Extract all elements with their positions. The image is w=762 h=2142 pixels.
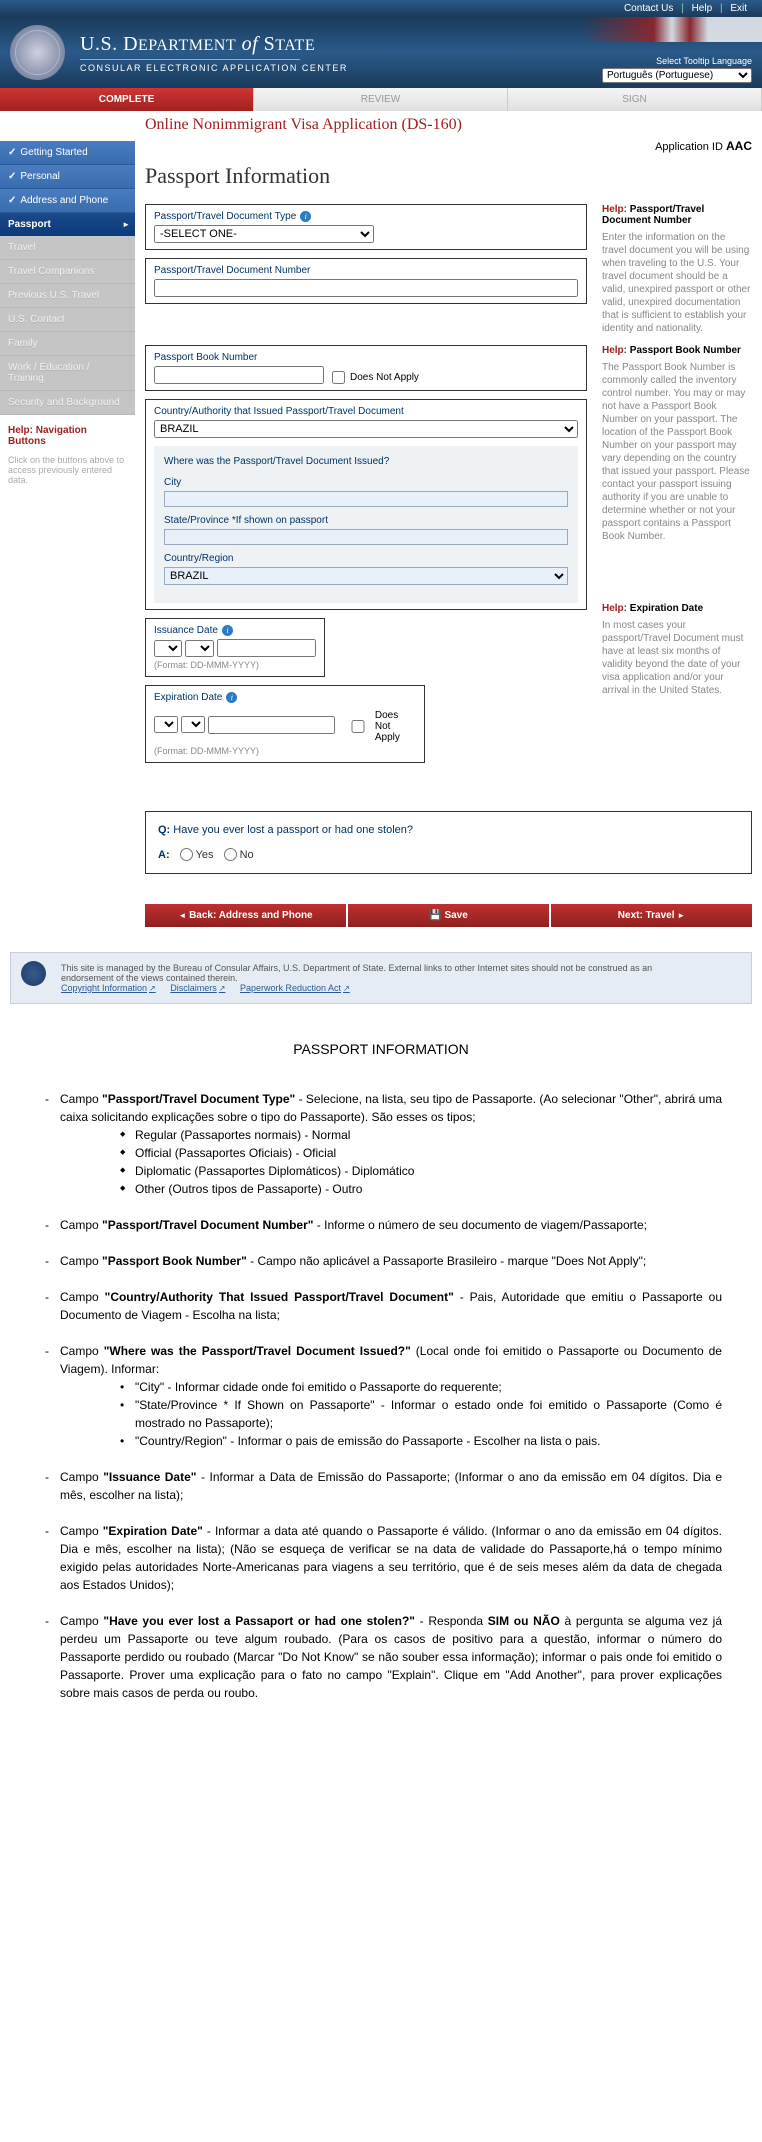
nav-personal[interactable]: Personal xyxy=(0,165,135,189)
instructions-title: PASSPORT INFORMATION xyxy=(40,1039,722,1060)
tab-review[interactable]: REVIEW xyxy=(254,88,508,111)
help-book-number: Help: Passport Book Number The Passport … xyxy=(602,345,752,543)
book-number-label: Passport Book Number xyxy=(154,352,578,363)
expiration-month[interactable] xyxy=(181,716,205,733)
copyright-link[interactable]: Copyright Information xyxy=(61,983,156,993)
inst-item: Campo "Where was the Passport/Travel Doc… xyxy=(40,1342,722,1450)
language-select[interactable]: Português (Portuguese) xyxy=(602,68,752,83)
inst-item: Campo "Passport Book Number" - Campo não… xyxy=(40,1252,722,1270)
inst-item: Campo "Have you ever lost a Passaport or… xyxy=(40,1612,722,1702)
nav-help: Help: Navigation Buttons Click on the bu… xyxy=(0,415,135,495)
country-select[interactable]: BRAZIL xyxy=(164,567,568,585)
help-doc-number: Help: Passport/Travel Document Number En… xyxy=(602,204,752,335)
issuance-year[interactable] xyxy=(217,639,316,657)
issued-by-label: Country/Authority that Issued Passport/T… xyxy=(154,406,578,417)
disclaimers-link[interactable]: Disclaimers xyxy=(170,983,225,993)
expiration-year[interactable] xyxy=(208,716,335,734)
inst-item: Campo "Expiration Date" - Informar a dat… xyxy=(40,1522,722,1594)
inst-item: Campo "Passport/Travel Document Number" … xyxy=(40,1216,722,1234)
help-link[interactable]: Help xyxy=(692,3,713,14)
inst-item: Campo "Passport/Travel Document Type" - … xyxy=(40,1090,722,1198)
doc-type-label: Passport/Travel Document Type i xyxy=(154,211,578,222)
help-icon[interactable]: i xyxy=(226,692,237,703)
book-dna-label[interactable]: Does Not Apply xyxy=(332,371,419,384)
app-title: Online Nonimmigrant Visa Application (DS… xyxy=(145,116,752,134)
doc-number-label: Passport/Travel Document Number xyxy=(154,265,578,276)
inst-item: Campo "Country/Authority That Issued Pas… xyxy=(40,1288,722,1324)
lost-yes-radio[interactable] xyxy=(180,848,193,861)
lost-passport-question: Q: Have you ever lost a passport or had … xyxy=(145,811,752,874)
help-icon[interactable]: i xyxy=(222,625,233,636)
doc-type-select[interactable]: -SELECT ONE- xyxy=(154,225,374,243)
lost-no-radio[interactable] xyxy=(224,848,237,861)
inst-item: Campo "Issuance Date" - Informar a Data … xyxy=(40,1468,722,1504)
nav-getting-started[interactable]: Getting Started xyxy=(0,141,135,165)
check-icon xyxy=(8,147,16,158)
nav-travel: Travel xyxy=(0,236,135,260)
back-button[interactable]: ◄ Back: Address and Phone xyxy=(145,904,346,927)
sidebar: Getting Started Personal Address and Pho… xyxy=(0,111,135,937)
flag-decoration xyxy=(582,17,762,42)
nav-work: Work / Education / Training xyxy=(0,356,135,391)
check-icon xyxy=(8,195,16,206)
expiration-day[interactable] xyxy=(154,716,178,733)
contact-link[interactable]: Contact Us xyxy=(624,3,673,14)
nav-security: Security and Background xyxy=(0,391,135,415)
issuance-day[interactable] xyxy=(154,640,182,657)
nav-previous: Previous U.S. Travel xyxy=(0,284,135,308)
help-expiration: Help: Expiration Date In most cases your… xyxy=(602,603,752,697)
header-title: U.S. DEPARTMENT of STATE xyxy=(80,33,348,56)
date-format-hint: (Format: DD-MMM-YYYY) xyxy=(154,660,316,670)
check-icon xyxy=(8,171,16,182)
instructions: PASSPORT INFORMATION Campo "Passport/Tra… xyxy=(0,1019,762,1740)
issuance-label: Issuance Date i xyxy=(154,625,316,636)
top-links-bar: Contact Us | Help | Exit xyxy=(0,0,762,17)
nav-contact: U.S. Contact xyxy=(0,308,135,332)
page-title: Passport Information xyxy=(145,163,752,189)
language-label: Select Tooltip Language xyxy=(602,56,752,66)
state-input[interactable] xyxy=(164,529,568,545)
book-dna-checkbox[interactable] xyxy=(332,371,345,384)
tab-complete[interactable]: COMPLETE xyxy=(0,88,254,111)
exp-dna-checkbox[interactable] xyxy=(346,720,370,733)
doc-number-input[interactable] xyxy=(154,279,578,297)
city-label: City xyxy=(164,477,568,488)
save-button[interactable]: 💾 Save xyxy=(348,904,549,927)
country-label: Country/Region xyxy=(164,553,568,564)
nav-passport[interactable]: Passport xyxy=(0,213,135,236)
state-label: State/Province *If shown on passport xyxy=(164,515,568,526)
nav-address[interactable]: Address and Phone xyxy=(0,189,135,213)
footer: This site is managed by the Bureau of Co… xyxy=(10,952,752,1004)
book-number-input[interactable] xyxy=(154,366,324,384)
nav-companions: Travel Companions xyxy=(0,260,135,284)
tab-sign[interactable]: SIGN xyxy=(508,88,762,111)
date-format-hint: (Format: DD-MMM-YYYY) xyxy=(154,746,416,756)
issuance-month[interactable] xyxy=(185,640,213,657)
state-seal-icon xyxy=(10,25,65,80)
exit-link[interactable]: Exit xyxy=(730,3,747,14)
lost-yes-label[interactable]: Yes xyxy=(180,848,214,861)
nav-family: Family xyxy=(0,332,135,356)
where-issued-label: Where was the Passport/Travel Document I… xyxy=(164,456,568,467)
expiration-label: Expiration Date i xyxy=(154,692,416,703)
header: U.S. DEPARTMENT of STATE CONSULAR ELECTR… xyxy=(0,17,762,88)
lost-no-label[interactable]: No xyxy=(224,848,254,861)
button-bar: ◄ Back: Address and Phone 💾 Save Next: T… xyxy=(145,904,752,927)
where-issued-box: Where was the Passport/Travel Document I… xyxy=(154,446,578,603)
app-id: Application ID AAC xyxy=(145,139,752,153)
issued-by-select[interactable]: BRAZIL xyxy=(154,420,578,438)
city-input[interactable] xyxy=(164,491,568,507)
footer-seal-icon xyxy=(21,961,46,986)
header-subtitle: CONSULAR ELECTRONIC APPLICATION CENTER xyxy=(80,63,348,73)
progress-tabs: COMPLETE REVIEW SIGN xyxy=(0,88,762,111)
exp-dna-label[interactable]: Does Not Apply xyxy=(346,710,416,743)
next-button[interactable]: Next: Travel ► xyxy=(551,904,752,927)
paperwork-link[interactable]: Paperwork Reduction Act xyxy=(240,983,350,993)
help-icon[interactable]: i xyxy=(300,211,311,222)
